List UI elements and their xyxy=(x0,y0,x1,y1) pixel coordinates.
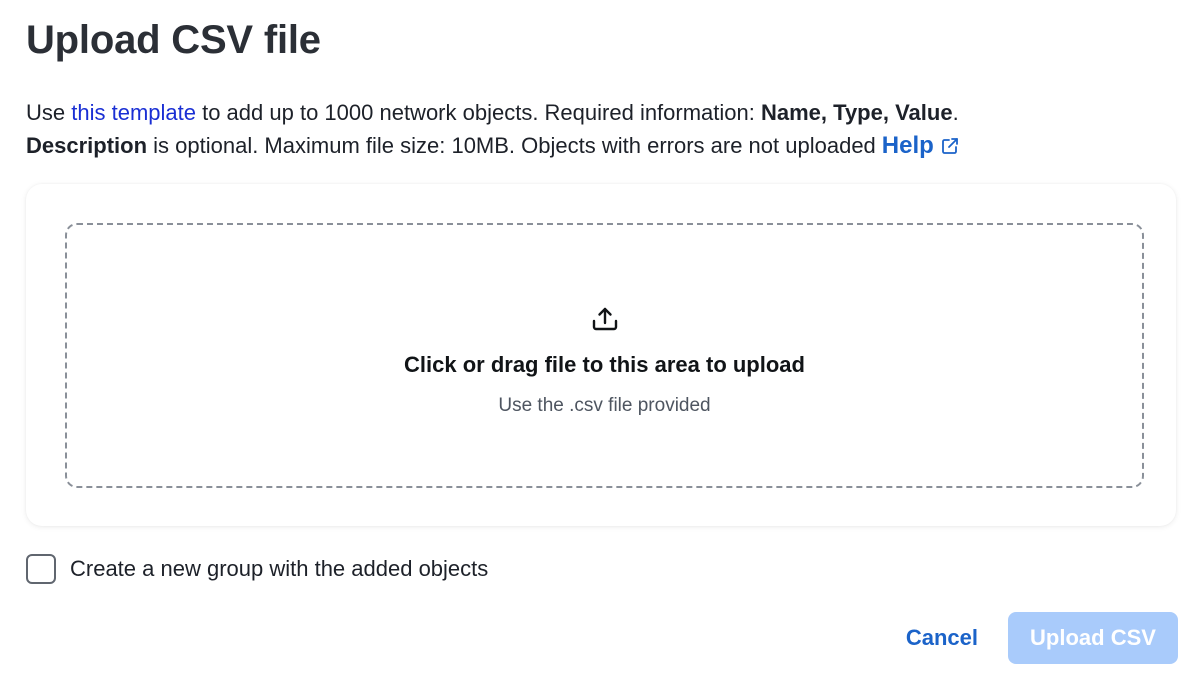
dropzone-main-text: Click or drag file to this area to uploa… xyxy=(404,351,805,377)
desc-middle: to add up to 1000 network objects. Requi… xyxy=(195,100,761,125)
cancel-button[interactable]: Cancel xyxy=(904,613,980,663)
template-link[interactable]: this template xyxy=(71,100,196,125)
dropzone-sub-text: Use the .csv file provided xyxy=(498,394,711,416)
desc-prefix: Use xyxy=(26,100,72,125)
upload-csv-dialog: Upload CSV file Use this template to add… xyxy=(0,0,1200,684)
external-link-icon xyxy=(941,137,958,154)
dialog-title: Upload CSV file xyxy=(26,18,321,62)
desc-after-required: . xyxy=(952,100,959,125)
upload-icon xyxy=(592,307,617,330)
help-link-label: Help xyxy=(881,132,934,159)
help-link[interactable]: Help xyxy=(882,129,960,162)
create-group-option[interactable]: Create a new group with the added object… xyxy=(26,554,488,584)
file-dropzone[interactable]: Click or drag file to this area to uploa… xyxy=(65,223,1144,488)
create-group-label: Create a new group with the added object… xyxy=(70,556,489,581)
upload-card: Click or drag file to this area to uploa… xyxy=(26,184,1176,526)
desc-rest: is optional. Maximum file size: 10MB. Ob… xyxy=(147,133,876,158)
create-group-checkbox[interactable] xyxy=(26,554,56,584)
dialog-description: Use this template to add up to 1000 netw… xyxy=(26,96,1176,162)
required-fields: Name, Type, Value xyxy=(761,100,953,125)
dialog-footer: Cancel Upload CSV xyxy=(904,612,1178,664)
optional-field: Description xyxy=(26,133,148,158)
upload-csv-button[interactable]: Upload CSV xyxy=(1008,612,1178,664)
